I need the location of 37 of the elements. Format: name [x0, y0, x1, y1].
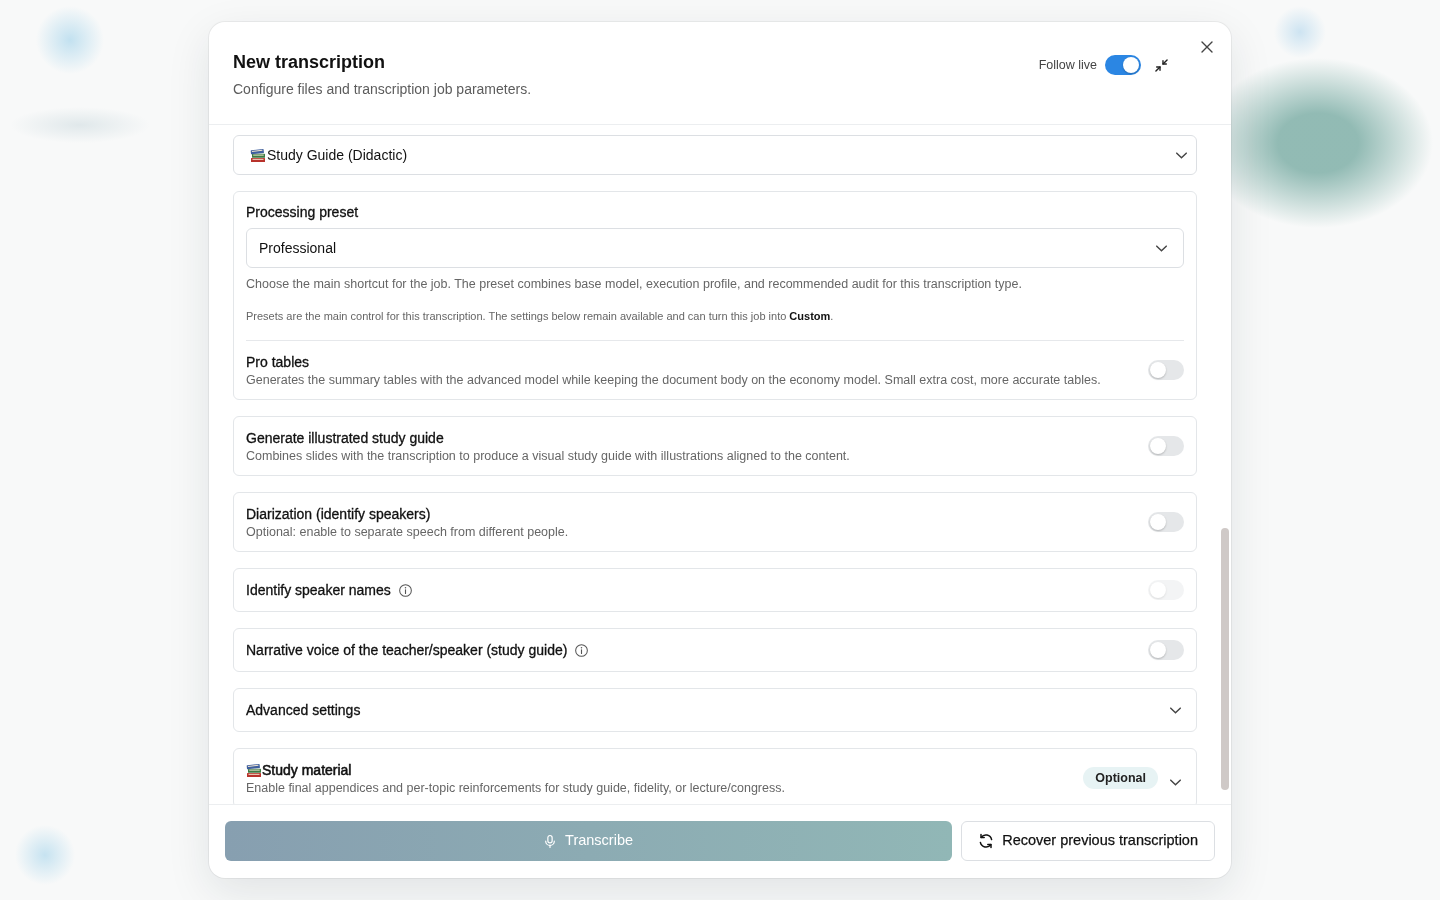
toggle-switch[interactable]: [1148, 512, 1184, 532]
optional-badge: Optional: [1083, 767, 1158, 789]
chevron-down-icon[interactable]: [1156, 244, 1167, 252]
dialog-subtitle: Configure files and transcription job parameters.: [233, 80, 532, 99]
toggle-switch[interactable]: [1148, 436, 1184, 456]
collapse-icon[interactable]: [1155, 58, 1168, 72]
recover-button[interactable]: Recover previous transcription: [961, 821, 1215, 861]
follow-live-label: Follow live: [1038, 57, 1097, 73]
chevron-down-icon[interactable]: [1176, 151, 1187, 159]
option-title: Narrative voice of the teacher/speaker (study guide): [246, 641, 568, 660]
option-title: Identify speaker names: [246, 581, 391, 600]
option-title: Diarization (identify speakers): [246, 505, 431, 524]
close-icon[interactable]: [1201, 41, 1213, 53]
scrollbar-thumb[interactable]: [1221, 528, 1229, 790]
toggle-switch[interactable]: [1148, 360, 1184, 380]
dialog-title: New transcription: [233, 51, 387, 73]
option-description: Combines slides with the transcription to produce a visual study guide with illustrations aligned to the content.: [246, 448, 851, 464]
option-title: Pro tables: [246, 353, 311, 372]
option-description: Optional: enable to separate speech from different people.: [246, 524, 570, 540]
chevron-down-icon[interactable]: [1170, 706, 1181, 714]
preset-help-text: Choose the main shortcut for the job. The preset combines base model, execution profile, and recommended audit for this transcription type.: [246, 276, 1023, 292]
chevron-down-icon[interactable]: [1170, 778, 1181, 786]
option-title: Generate illustrated study guide: [246, 429, 444, 448]
section-title: Study material: [262, 761, 352, 780]
section-title: Advanced settings: [246, 701, 361, 720]
preset-dropdown[interactable]: Professional: [246, 228, 1184, 268]
toggle-switch[interactable]: [1105, 55, 1141, 75]
refresh-icon: [978, 833, 995, 849]
section-description: Enable final appendices and per-topic reinforcements for study guide, fidelity, or lecture/congress.: [246, 780, 786, 796]
microphone-icon: [544, 833, 557, 849]
toggle-switch[interactable]: [1148, 640, 1184, 660]
info-icon[interactable]: [575, 643, 589, 657]
preset-note: Presets are the main control for this transcription. The settings below remain available and can turn this job into Custom.: [246, 309, 835, 323]
document-type-dropdown[interactable]: Study Guide (Didactic): [233, 135, 1197, 175]
books-icon: [250, 147, 266, 163]
preset-label: Processing preset: [246, 204, 360, 220]
option-description: Generates the summary tables with the advanced model while keeping the document body on the economy model. Small extra cost, more accurate tables.: [246, 372, 1102, 388]
